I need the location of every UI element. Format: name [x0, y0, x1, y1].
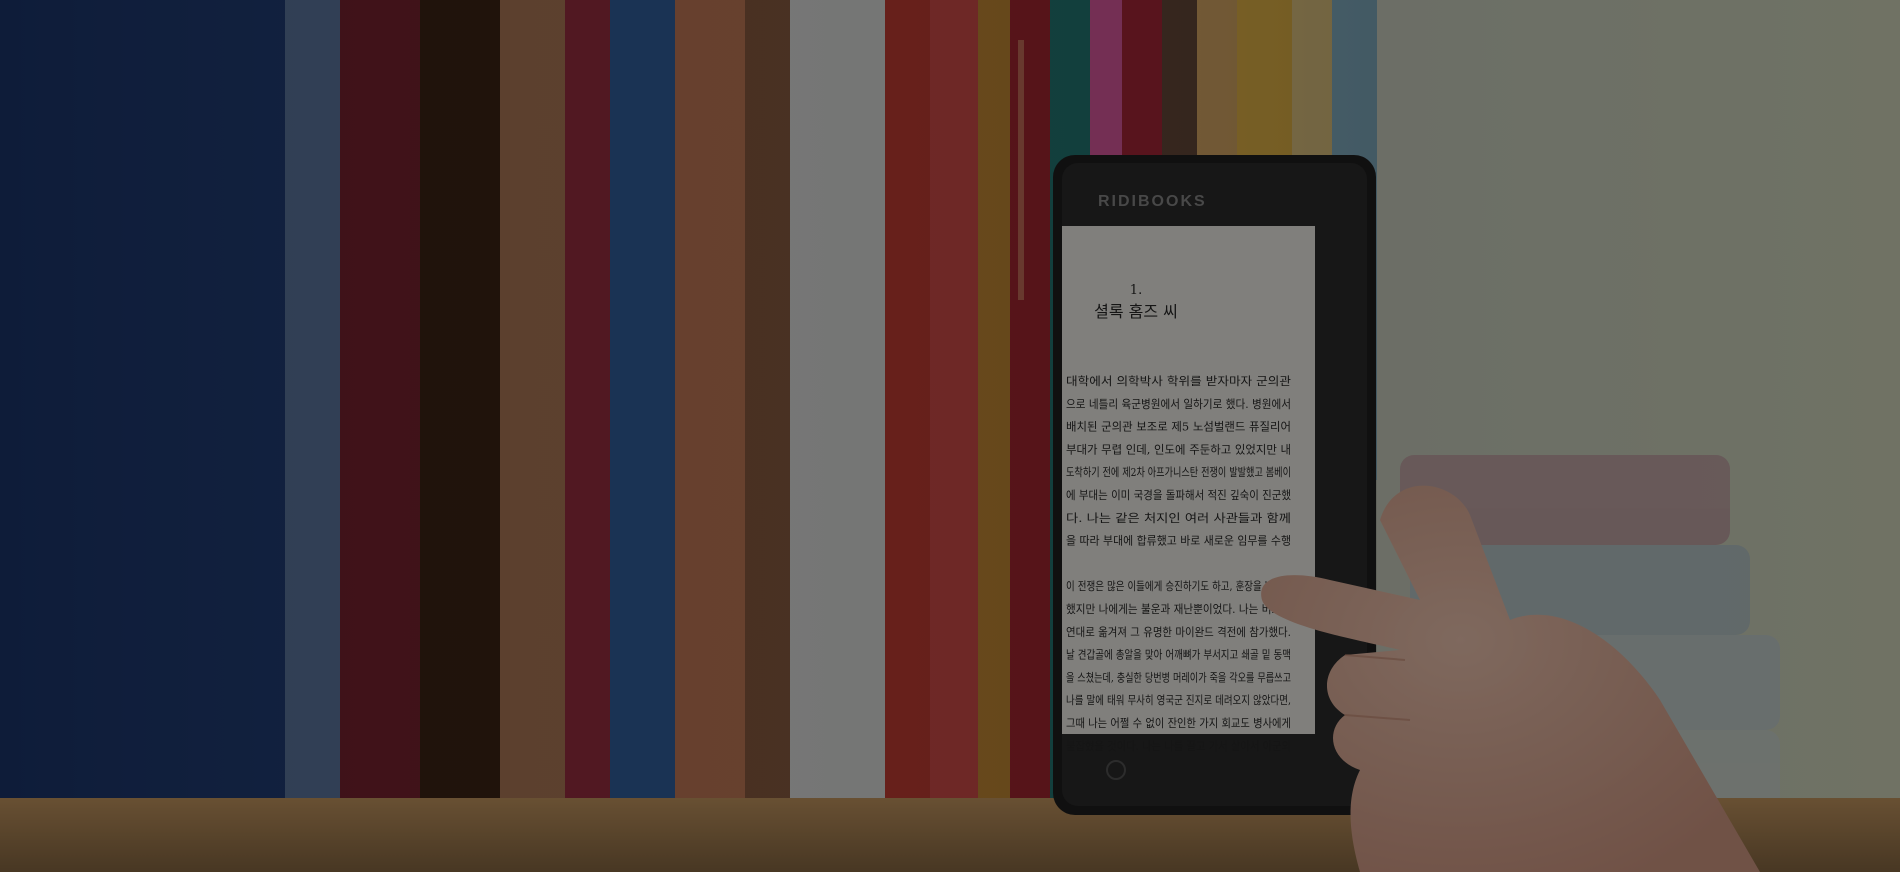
page-text-line: 에 부대는 이미 국경을 돌파해서 적진 깊숙이 진군했	[1066, 488, 1291, 502]
hero-photo: RIDIBOOKS 1. 셜록 홈즈 씨 대학에서 의학박사 학위를 받자마자 …	[0, 0, 1900, 872]
page-text-line: 도착하기 전에 제2차 아프가니스탄 전쟁이 발발했고 봄베이	[1066, 465, 1291, 479]
page-text-line: 연대로 옮겨져 그 유명한 마이완드 격전에 참가했다.	[1066, 625, 1291, 639]
page-text-line: 다. 나는 같은 처지인 여러 사관들과 함께	[1066, 511, 1291, 525]
page-text-line: 붙잡혔을 것이다. 나는 나를 끌고 가서 살아서 아군의	[1066, 739, 1291, 753]
chapter-title: 셜록 홈즈 씨	[1094, 302, 1178, 321]
page-text-line: 을 스쳤는데, 충실한 당번병 머레이가 죽을 각오를 무릅쓰고	[1066, 670, 1291, 684]
device-brand: RIDIBOOKS	[1098, 193, 1207, 210]
page-text-line: 을 따라 부대에 합류했고 바로 새로운 임무를 수행	[1066, 534, 1291, 548]
page-text-line: 그때 나는 어쩔 수 없이 잔인한 가지 회교도 병사에게	[1066, 716, 1291, 730]
page-text-line: 날 견갑골에 총알을 맞아 어깨뼈가 부서지고 쇄골 밑 동맥	[1066, 648, 1291, 662]
page-text-line: 부대가 무렵 인데, 인도에 주둔하고 있었지만 내	[1066, 442, 1291, 456]
page-text-line: 대학에서 의학박사 학위를 받자마자 군의관	[1066, 374, 1291, 388]
page-text-line: 배치된 군의관 보조로 제5 노섬벌랜드 퓨질리어	[1066, 420, 1291, 434]
page-text-line: 이 전쟁은 많은 이들에게 승진하기도 하고, 훈장을 받기도	[1066, 579, 1291, 593]
page-text-line: 했지만 나에게는 불운과 재난뿐이었다. 나는 버크셔	[1066, 602, 1291, 616]
bookshelf-scene: RIDIBOOKS 1. 셜록 홈즈 씨 대학에서 의학박사 학위를 받자마자 …	[0, 0, 1900, 872]
page-text-line: 으로 네틀리 육군병원에서 일하기로 했다. 병원에서	[1066, 397, 1291, 411]
page-text-line: 나를 말에 태워 무사히 영국군 진지로 데려오지 않았다면,	[1066, 693, 1291, 707]
chapter-number: 1.	[1130, 283, 1142, 298]
